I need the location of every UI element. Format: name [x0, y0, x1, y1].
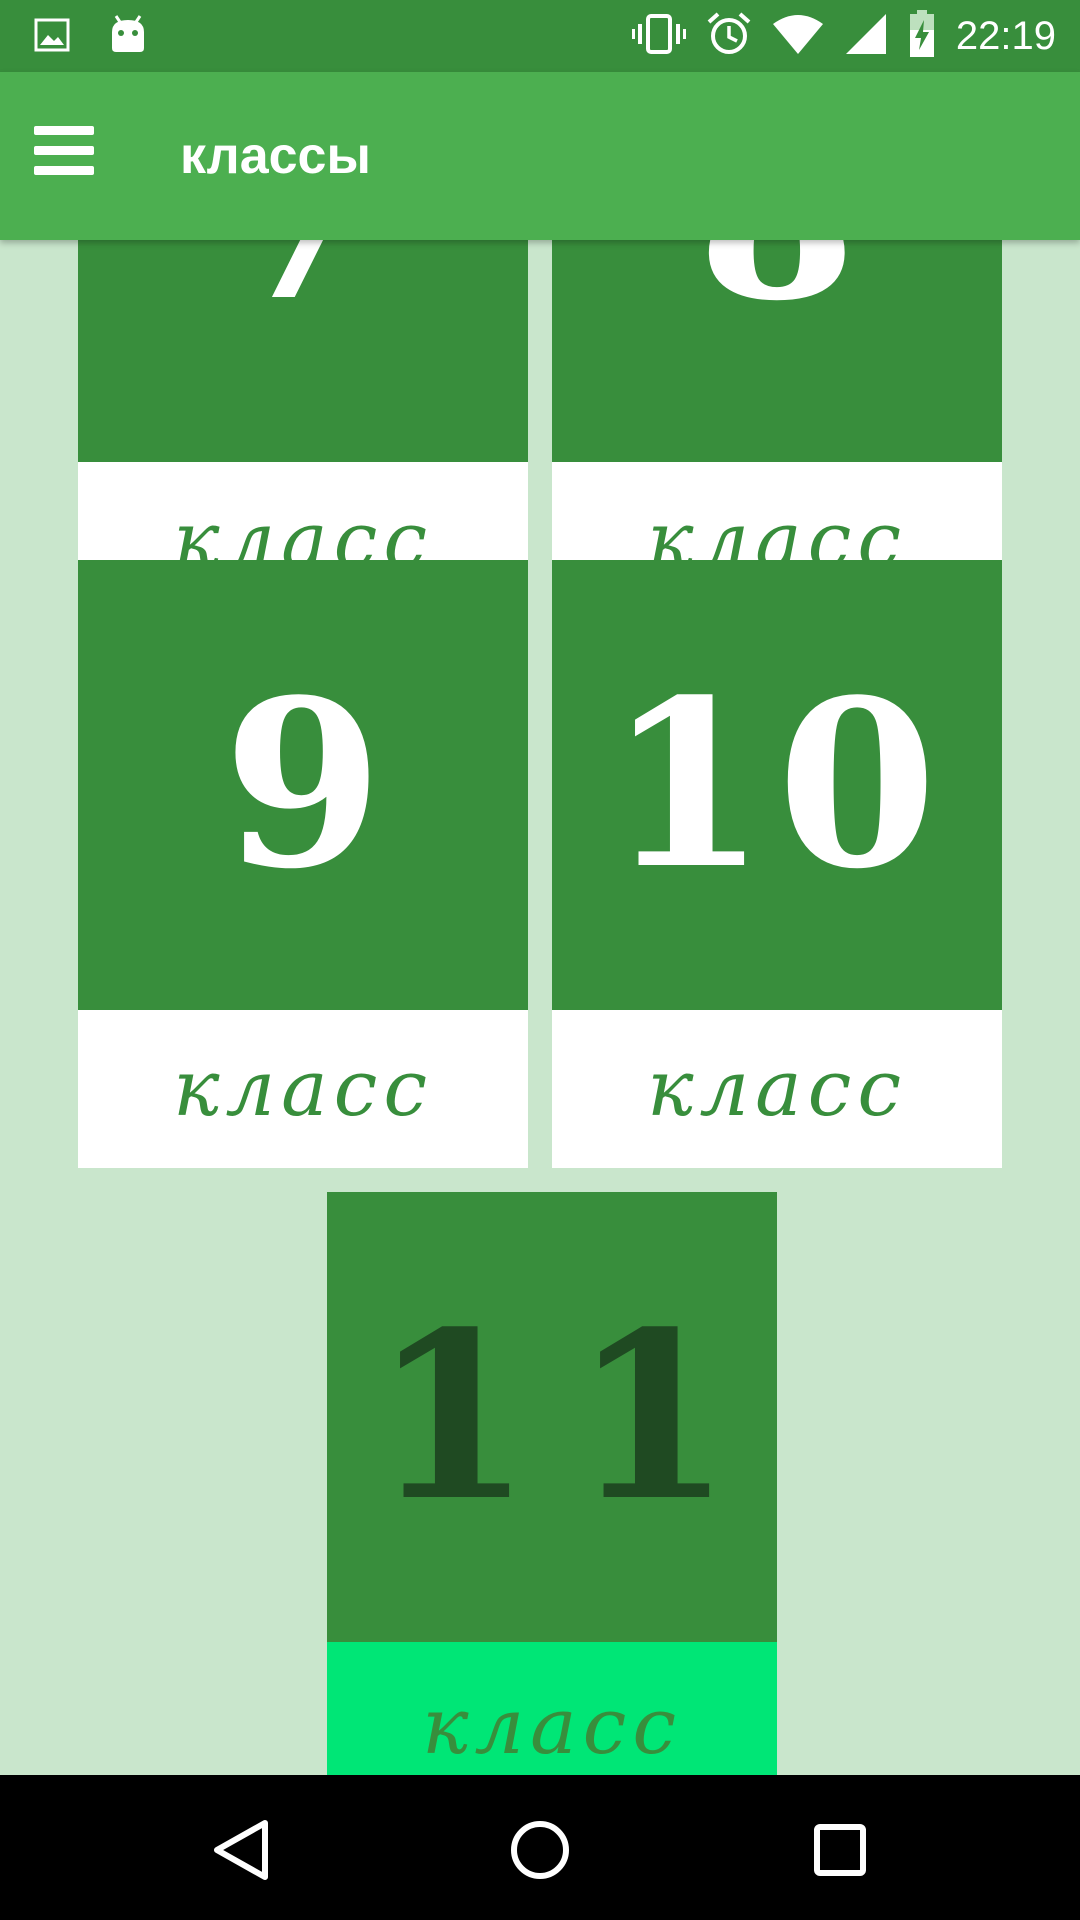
class-card-number-area: 7: [78, 240, 528, 462]
home-circle-icon[interactable]: [505, 1815, 575, 1885]
battery-charging-icon: [908, 10, 936, 62]
class-number: 10: [606, 650, 948, 920]
class-card-11[interactable]: 11 класс: [327, 1192, 777, 1775]
class-card-number-area: 8: [552, 240, 1002, 462]
android-icon: [108, 14, 148, 60]
classes-grid[interactable]: 7 класс 8 класс 9 класс 10 класс: [0, 240, 1080, 1775]
class-card-number-area: 11: [327, 1192, 777, 1642]
class-card-number-area: 10: [552, 560, 1002, 1010]
class-card-9[interactable]: 9 класс: [78, 560, 528, 1168]
hamburger-menu-icon[interactable]: [34, 126, 94, 186]
navigation-bar: [0, 1775, 1080, 1920]
back-triangle-icon[interactable]: [205, 1815, 275, 1885]
wifi-icon: [772, 12, 824, 60]
class-card-label-area: класс: [78, 1010, 528, 1168]
image-icon: [34, 17, 70, 57]
class-number: 7: [223, 240, 383, 332]
class-number: 9: [222, 650, 384, 920]
status-bar: 22:19: [0, 0, 1080, 72]
class-card-label-area: класс: [552, 1010, 1002, 1168]
signal-icon: [844, 12, 888, 60]
page-title: классы: [180, 127, 371, 185]
class-card-label: класс: [172, 1044, 434, 1134]
alarm-icon: [706, 11, 752, 61]
class-card-10[interactable]: 10 класс: [552, 560, 1002, 1168]
class-card-label: класс: [421, 1682, 683, 1772]
toolbar: классы: [0, 72, 1080, 240]
recents-square-icon[interactable]: [805, 1815, 875, 1885]
class-card-number-area: 9: [78, 560, 528, 1010]
clock: 22:19: [955, 14, 1056, 58]
class-number: 8: [697, 240, 857, 332]
class-card-label-area: класс: [327, 1642, 777, 1775]
class-card-label: класс: [646, 1044, 908, 1134]
class-number: 11: [371, 1282, 773, 1552]
vibrate-icon: [631, 12, 686, 60]
